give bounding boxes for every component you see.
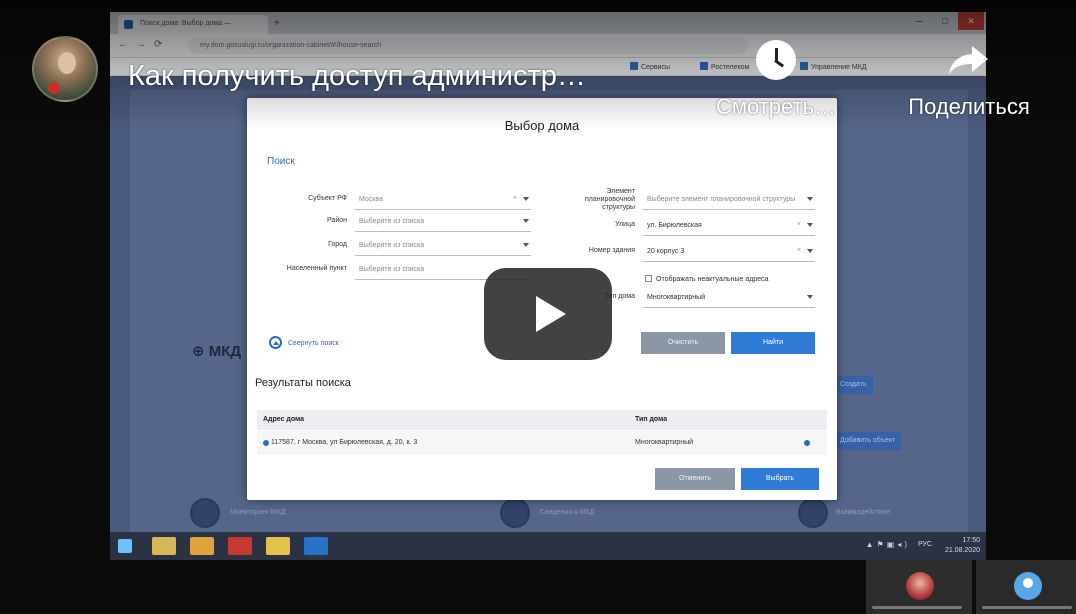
new-tab-button[interactable]: + — [274, 18, 280, 29]
chevron-down-icon[interactable] — [807, 295, 813, 299]
clear-icon[interactable]: × — [797, 247, 801, 254]
service-label: Взаимодействие — [836, 509, 891, 516]
chevron-down-icon[interactable] — [807, 197, 813, 201]
street-field[interactable]: Улица ул. Бирюлевская × — [615, 218, 815, 236]
house-number-field[interactable]: Номер здания 20 корпус 3 × — [589, 244, 815, 262]
service-icon[interactable] — [798, 498, 828, 528]
service-icon[interactable] — [190, 498, 220, 528]
service-label: Сведения о МКД — [540, 509, 595, 516]
file-explorer-icon[interactable] — [152, 537, 176, 555]
chevron-down-icon[interactable] — [807, 249, 813, 253]
clear-icon[interactable]: × — [513, 195, 517, 202]
chevron-down-icon[interactable] — [523, 243, 529, 247]
system-tray-icons[interactable]: ▲⚑▣◂) — [866, 540, 910, 549]
house-type-field[interactable]: Тип дома Многоквартирный — [605, 290, 815, 308]
minimize-icon[interactable]: ─ — [906, 12, 932, 30]
folder-icon[interactable] — [266, 537, 290, 555]
add-object-button[interactable]: Добавить объект — [834, 432, 902, 450]
city-field[interactable]: Город Выберите из списка — [328, 238, 531, 256]
play-button[interactable] — [484, 268, 612, 360]
video-player[interactable]: Поиск дома: Выбор дома — + ─ □ ✕ ←→⟳ my.… — [0, 0, 1076, 614]
cancel-button[interactable]: Отменить — [655, 468, 735, 490]
row-type: Многоквартирный — [635, 439, 694, 446]
results-title: Результаты поиска — [255, 377, 351, 389]
watch-later-label: Смотреть… — [715, 94, 837, 119]
chevron-down-icon[interactable] — [807, 223, 813, 227]
mkd-section-label: ⊕ МКД — [192, 343, 242, 360]
row-address: 117587, г Москва, ул Бирюлевская, д. 20,… — [271, 439, 418, 446]
share-arrow-icon — [949, 46, 988, 74]
back-forward-reload-icon[interactable]: ←→⟳ — [118, 39, 170, 50]
results-table-header: Адрес дома Тип дома — [257, 410, 827, 430]
show-outdated-checkbox[interactable]: Отображать неактуальные адреса — [645, 275, 769, 283]
share-label: Поделиться — [908, 94, 1030, 119]
watch-later-button[interactable]: Смотреть… — [696, 40, 856, 130]
chevron-down-icon[interactable] — [523, 219, 529, 223]
windows-taskbar: ▲⚑▣◂) РУС 17:50 21.08.2020 — [110, 532, 986, 560]
table-row[interactable]: 117587, г Москва, ул Бирюлевская, д. 20,… — [257, 431, 827, 455]
collapse-icon — [269, 336, 282, 349]
create-button[interactable]: Создать — [834, 376, 873, 394]
row-selected-icon — [804, 440, 810, 446]
clear-button[interactable]: Очистить — [641, 332, 725, 354]
browser-tab[interactable]: Поиск дома: Выбор дома — — [118, 15, 268, 34]
windows-start-icon[interactable] — [118, 539, 132, 553]
app-icon[interactable] — [228, 537, 252, 555]
clock-icon — [756, 40, 796, 80]
share-button[interactable]: Поделиться — [886, 40, 1052, 130]
language-indicator[interactable]: РУС — [918, 541, 932, 548]
channel-avatar[interactable] — [32, 36, 98, 102]
participant-thumbnail[interactable] — [976, 560, 1076, 614]
participant-avatar — [906, 572, 934, 600]
chrome-icon[interactable] — [190, 537, 214, 555]
close-icon[interactable]: ✕ — [958, 12, 984, 30]
clear-icon[interactable]: × — [797, 221, 801, 228]
select-button[interactable]: Выбрать — [741, 468, 819, 490]
bookmark-icon — [630, 62, 638, 70]
service-label: Мониторинг МКД — [230, 509, 286, 516]
url-field[interactable]: my.dom.gosuslugi.ru/organization-cabinet… — [188, 38, 748, 54]
participant-name-bar — [982, 606, 1072, 609]
avatar-face — [58, 52, 76, 74]
search-section-title: Поиск — [267, 156, 295, 167]
avatar-flower — [48, 82, 60, 94]
outlook-icon[interactable] — [304, 537, 328, 555]
participant-name-bar — [872, 606, 962, 609]
find-button[interactable]: Найти — [731, 332, 815, 354]
taskbar-clock[interactable]: 17:50 21.08.2020 — [945, 536, 980, 556]
checkbox-icon[interactable] — [645, 275, 652, 282]
video-title[interactable]: Как получить доступ администр… — [128, 60, 586, 93]
planning-element-field[interactable]: Элемент планировочной структуры Выберите… — [585, 188, 815, 211]
user-placeholder-icon — [1014, 572, 1042, 600]
subject-field[interactable]: Субъект РФ Москва × — [308, 192, 531, 210]
service-icon[interactable] — [500, 498, 530, 528]
column-header-type: Тип дома — [635, 416, 668, 423]
district-field[interactable]: Район Выберите из списка — [327, 214, 531, 232]
bookmark-item[interactable]: Сервисы — [630, 62, 670, 71]
favicon-icon — [124, 20, 133, 29]
row-radio-icon[interactable] — [263, 440, 269, 446]
browser-tab-strip: Поиск дома: Выбор дома — + ─ □ ✕ — [110, 12, 986, 34]
column-header-address: Адрес дома — [263, 416, 305, 423]
browser-tab-title: Поиск дома: Выбор дома — — [140, 20, 231, 27]
collapse-search-link[interactable]: Свернуть поиск — [269, 336, 339, 349]
chevron-down-icon[interactable] — [523, 197, 529, 201]
maximize-icon[interactable]: □ — [932, 12, 958, 30]
participant-thumbnail[interactable] — [866, 560, 972, 614]
